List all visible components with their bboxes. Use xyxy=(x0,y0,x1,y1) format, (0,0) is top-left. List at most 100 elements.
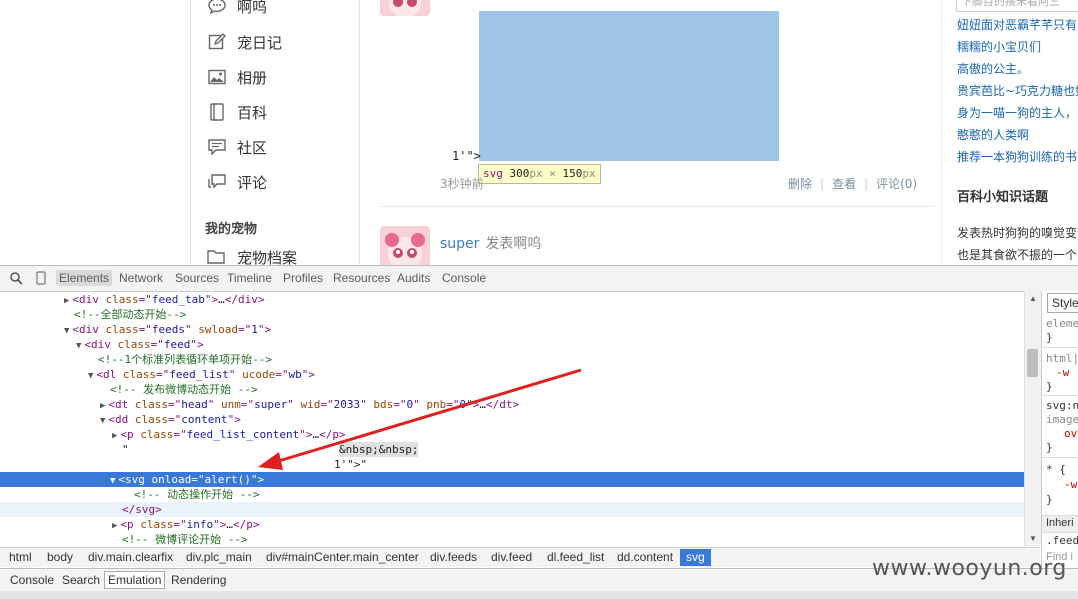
tab-sources[interactable]: Sources xyxy=(175,271,219,285)
drawer-tab-search[interactable]: Search xyxy=(62,572,100,588)
nav-item-encyclopedia[interactable]: 百科 xyxy=(207,100,267,124)
breadcrumb-item[interactable]: div#mainCenter.main_center xyxy=(264,549,421,566)
element-size-tooltip: svg 300px × 150px xyxy=(478,164,601,184)
right-sidebar: 下脚目的接米看阿三 妞妞面对恶霸芊芊只有 糯糯的小宝贝们 高傲的公主。 贵宾芭比… xyxy=(941,0,1078,265)
expand-triangle-icon[interactable]: ▼ xyxy=(110,476,115,486)
dom-token: " xyxy=(185,323,199,336)
dom-node[interactable]: ▶ <dt class="head" unm="super" wid="2033"… xyxy=(0,397,1024,412)
collapse-triangle-icon[interactable]: ▶ xyxy=(112,431,117,441)
scroll-up-icon[interactable]: ▲ xyxy=(1029,294,1037,303)
avatar[interactable] xyxy=(380,0,430,16)
nav-item-comments[interactable]: 评论 xyxy=(207,170,267,194)
breadcrumb-item[interactable]: div.main.clearfix xyxy=(86,549,175,566)
tab-styles[interactable]: Styles xyxy=(1047,293,1078,313)
drawer-tab-rendering[interactable]: Rendering xyxy=(171,572,226,588)
dom-node[interactable]: ▶ <p class="info">…</p> xyxy=(0,517,1024,532)
dom-token: " xyxy=(287,398,301,411)
dom-token: =" xyxy=(150,338,164,351)
breadcrumb-item[interactable]: dd.content xyxy=(615,549,675,566)
dom-token: =" xyxy=(168,398,182,411)
breadcrumb-item[interactable]: body xyxy=(45,549,75,566)
breadcrumb-item[interactable]: div.feed xyxy=(489,549,534,566)
dom-node[interactable]: <!--1个标准列表循环单项开始--> xyxy=(0,352,1024,367)
breadcrumb-item[interactable]: dl.feed_list xyxy=(545,549,606,566)
tab-resources[interactable]: Resources xyxy=(333,271,390,285)
nav-item-album[interactable]: 相册 xyxy=(207,65,267,89)
tooltip-unit: px xyxy=(529,167,543,180)
dom-node[interactable]: <!-- 动态操作开始 --> xyxy=(0,487,1024,502)
device-mode-icon[interactable] xyxy=(33,270,49,286)
dom-token: <p xyxy=(120,518,141,531)
tab-timeline[interactable]: Timeline xyxy=(227,271,272,285)
dom-node[interactable]: <!-- 微博评论开始 --> xyxy=(0,532,1024,546)
dom-token: "> xyxy=(204,293,219,306)
scroll-down-icon[interactable]: ▼ xyxy=(1029,534,1037,543)
breadcrumb-item[interactable]: svg xyxy=(680,549,711,566)
dom-node[interactable]: " &nbsp;&nbsp; xyxy=(0,442,1024,457)
breadcrumb-item[interactable]: html xyxy=(7,549,34,566)
dom-token: =" xyxy=(320,398,334,411)
breadcrumb-item[interactable]: div.feeds xyxy=(428,549,479,566)
expand-triangle-icon[interactable]: ▼ xyxy=(76,341,81,351)
dom-node[interactable]: ▼ <div class="feed"> xyxy=(0,337,1024,352)
expand-triangle-icon[interactable]: ▼ xyxy=(100,416,105,426)
dom-node[interactable]: </svg> xyxy=(0,502,1024,517)
speech-bubble-icon xyxy=(207,0,227,16)
sidebar-link[interactable]: 高傲的公主。 xyxy=(957,60,1029,77)
nav-item-label: 评论 xyxy=(237,173,268,192)
scroll-thumb[interactable] xyxy=(1027,349,1038,377)
dom-node[interactable]: ▶ <p class="feed_list_content">…</p> xyxy=(0,427,1024,442)
collapse-triangle-icon[interactable]: ▶ xyxy=(112,521,117,531)
dom-token: "> xyxy=(257,323,272,336)
tab-network[interactable]: Network xyxy=(119,271,163,285)
nav-item-community[interactable]: 社区 xyxy=(207,135,267,159)
expand-triangle-icon[interactable]: ▼ xyxy=(64,326,69,336)
dom-node[interactable]: ▶ <div class="feed_tab">…</div> xyxy=(0,292,1024,307)
view-link[interactable]: 查看 xyxy=(832,177,856,191)
sidebar-link[interactable]: 糯糯的小宝贝们 xyxy=(957,38,1041,55)
dom-tree[interactable]: ▶ <div class="feed_tab">…</div> <!--全部动态开始… xyxy=(0,291,1024,546)
dom-node[interactable]: <!--全部动态开始--> xyxy=(0,307,1024,322)
sidebar-link[interactable]: 憨憨的人类啊 xyxy=(957,126,1029,143)
tab-profiles[interactable]: Profiles xyxy=(283,271,323,285)
nav-item-pet-archive[interactable]: 宠物档案 xyxy=(207,247,297,265)
dom-node[interactable]: ▼ <div class="feeds" swload="1"> xyxy=(0,322,1024,337)
sidebar-search-input[interactable]: 下脚目的接米看阿三 xyxy=(956,0,1078,12)
sidebar-link[interactable]: 妞妞面对恶霸芊芊只有 xyxy=(957,16,1077,33)
drawer-tab-console[interactable]: Console xyxy=(10,572,54,588)
dom-token: "> xyxy=(466,398,480,411)
sidebar-link[interactable]: 推荐一本狗狗训练的书 xyxy=(957,148,1077,165)
dom-nbsp-text: &nbsp;&nbsp; xyxy=(339,442,419,457)
tab-audits[interactable]: Audits xyxy=(397,271,430,285)
dom-node[interactable]: ▼ <dd class="content"> xyxy=(0,412,1024,427)
sidebar-link[interactable]: 贵宾芭比~巧克力糖也如 xyxy=(957,82,1078,99)
sidebar-link[interactable]: 身为一喵一狗的主人， xyxy=(957,104,1077,121)
inspect-search-icon[interactable] xyxy=(8,270,24,286)
nav-item-diary[interactable]: 宠日记 xyxy=(207,30,282,54)
collapse-triangle-icon[interactable]: ▶ xyxy=(100,401,105,411)
post-username[interactable]: super xyxy=(440,236,479,252)
styles-line: } xyxy=(1046,331,1053,344)
dom-node[interactable]: ▼ <dl class="feed_list" ucode="wb"> xyxy=(0,367,1024,382)
avatar-super[interactable] xyxy=(380,226,430,265)
expand-triangle-icon[interactable]: ▼ xyxy=(88,371,93,381)
dom-node-selected[interactable]: ▼ <svg onload="alert()"> xyxy=(0,472,1024,487)
tab-elements[interactable]: Elements xyxy=(56,270,113,286)
comment-link[interactable]: 评论(0) xyxy=(876,177,917,191)
dom-token: class xyxy=(140,428,174,441)
breadcrumb-item[interactable]: div.plc_main xyxy=(184,549,254,566)
nav-item-awu[interactable]: 啊呜 xyxy=(207,0,267,18)
tab-console[interactable]: Console xyxy=(442,271,486,285)
dom-token: head xyxy=(181,398,208,411)
collapse-triangle-icon[interactable]: ▶ xyxy=(64,296,69,306)
dom-node-text: <!-- 微博评论开始 --> xyxy=(122,532,248,546)
dom-node[interactable]: 1'">" xyxy=(0,457,1024,472)
drawer-tab-emulation[interactable]: Emulation xyxy=(104,571,166,589)
dom-node-text: <!-- 发布微博动态开始 --> xyxy=(110,382,258,397)
edit-icon xyxy=(207,32,227,52)
dom-token: ucode xyxy=(242,368,276,381)
delete-link[interactable]: 删除 xyxy=(788,177,812,191)
dom-token: =" xyxy=(191,473,205,486)
dom-tree-scrollbar[interactable]: ▲ ▼ xyxy=(1024,291,1041,546)
dom-node[interactable]: <!-- 发布微博动态开始 --> xyxy=(0,382,1024,397)
